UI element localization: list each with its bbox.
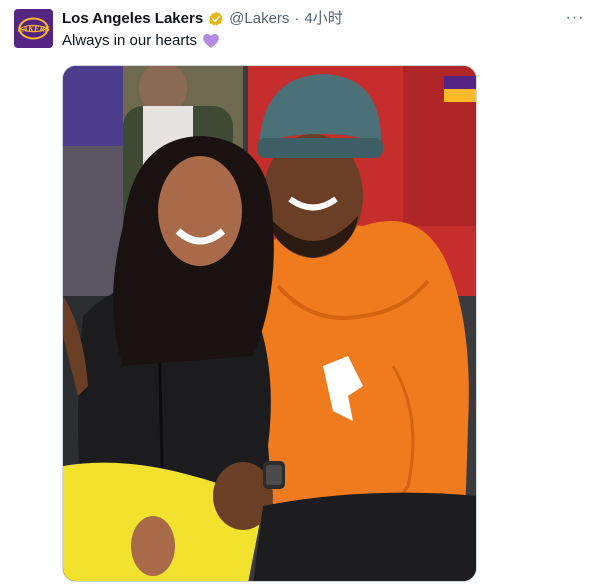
lakers-flag-icon [444, 76, 476, 102]
tweet-timestamp[interactable]: 4小时 [304, 9, 342, 29]
tweet-card[interactable]: LAKERS Los Angeles Lakers @Lakers · 4小时 … [0, 0, 600, 588]
tweet-text: Always in our hearts [62, 31, 220, 51]
lakers-avatar[interactable]: LAKERS [14, 9, 53, 48]
display-name[interactable]: Los Angeles Lakers [62, 9, 203, 29]
lakers-logo-icon: LAKERS [14, 9, 53, 48]
more-options-button[interactable]: ··· [564, 8, 586, 28]
photo-content [63, 66, 476, 581]
verified-badge-icon[interactable] [208, 11, 224, 27]
more-options-icon: ··· [565, 9, 585, 26]
tweet-text-content: Always in our hearts [62, 32, 198, 49]
separator-dot: · [294, 10, 300, 27]
avatar-logo-text: LAKERS [16, 24, 50, 34]
tweet-header: Los Angeles Lakers @Lakers · 4小时 [62, 8, 570, 30]
purple-heart-icon [203, 34, 219, 48]
tweet-photo[interactable] [62, 65, 477, 582]
account-handle[interactable]: @Lakers [229, 9, 289, 29]
